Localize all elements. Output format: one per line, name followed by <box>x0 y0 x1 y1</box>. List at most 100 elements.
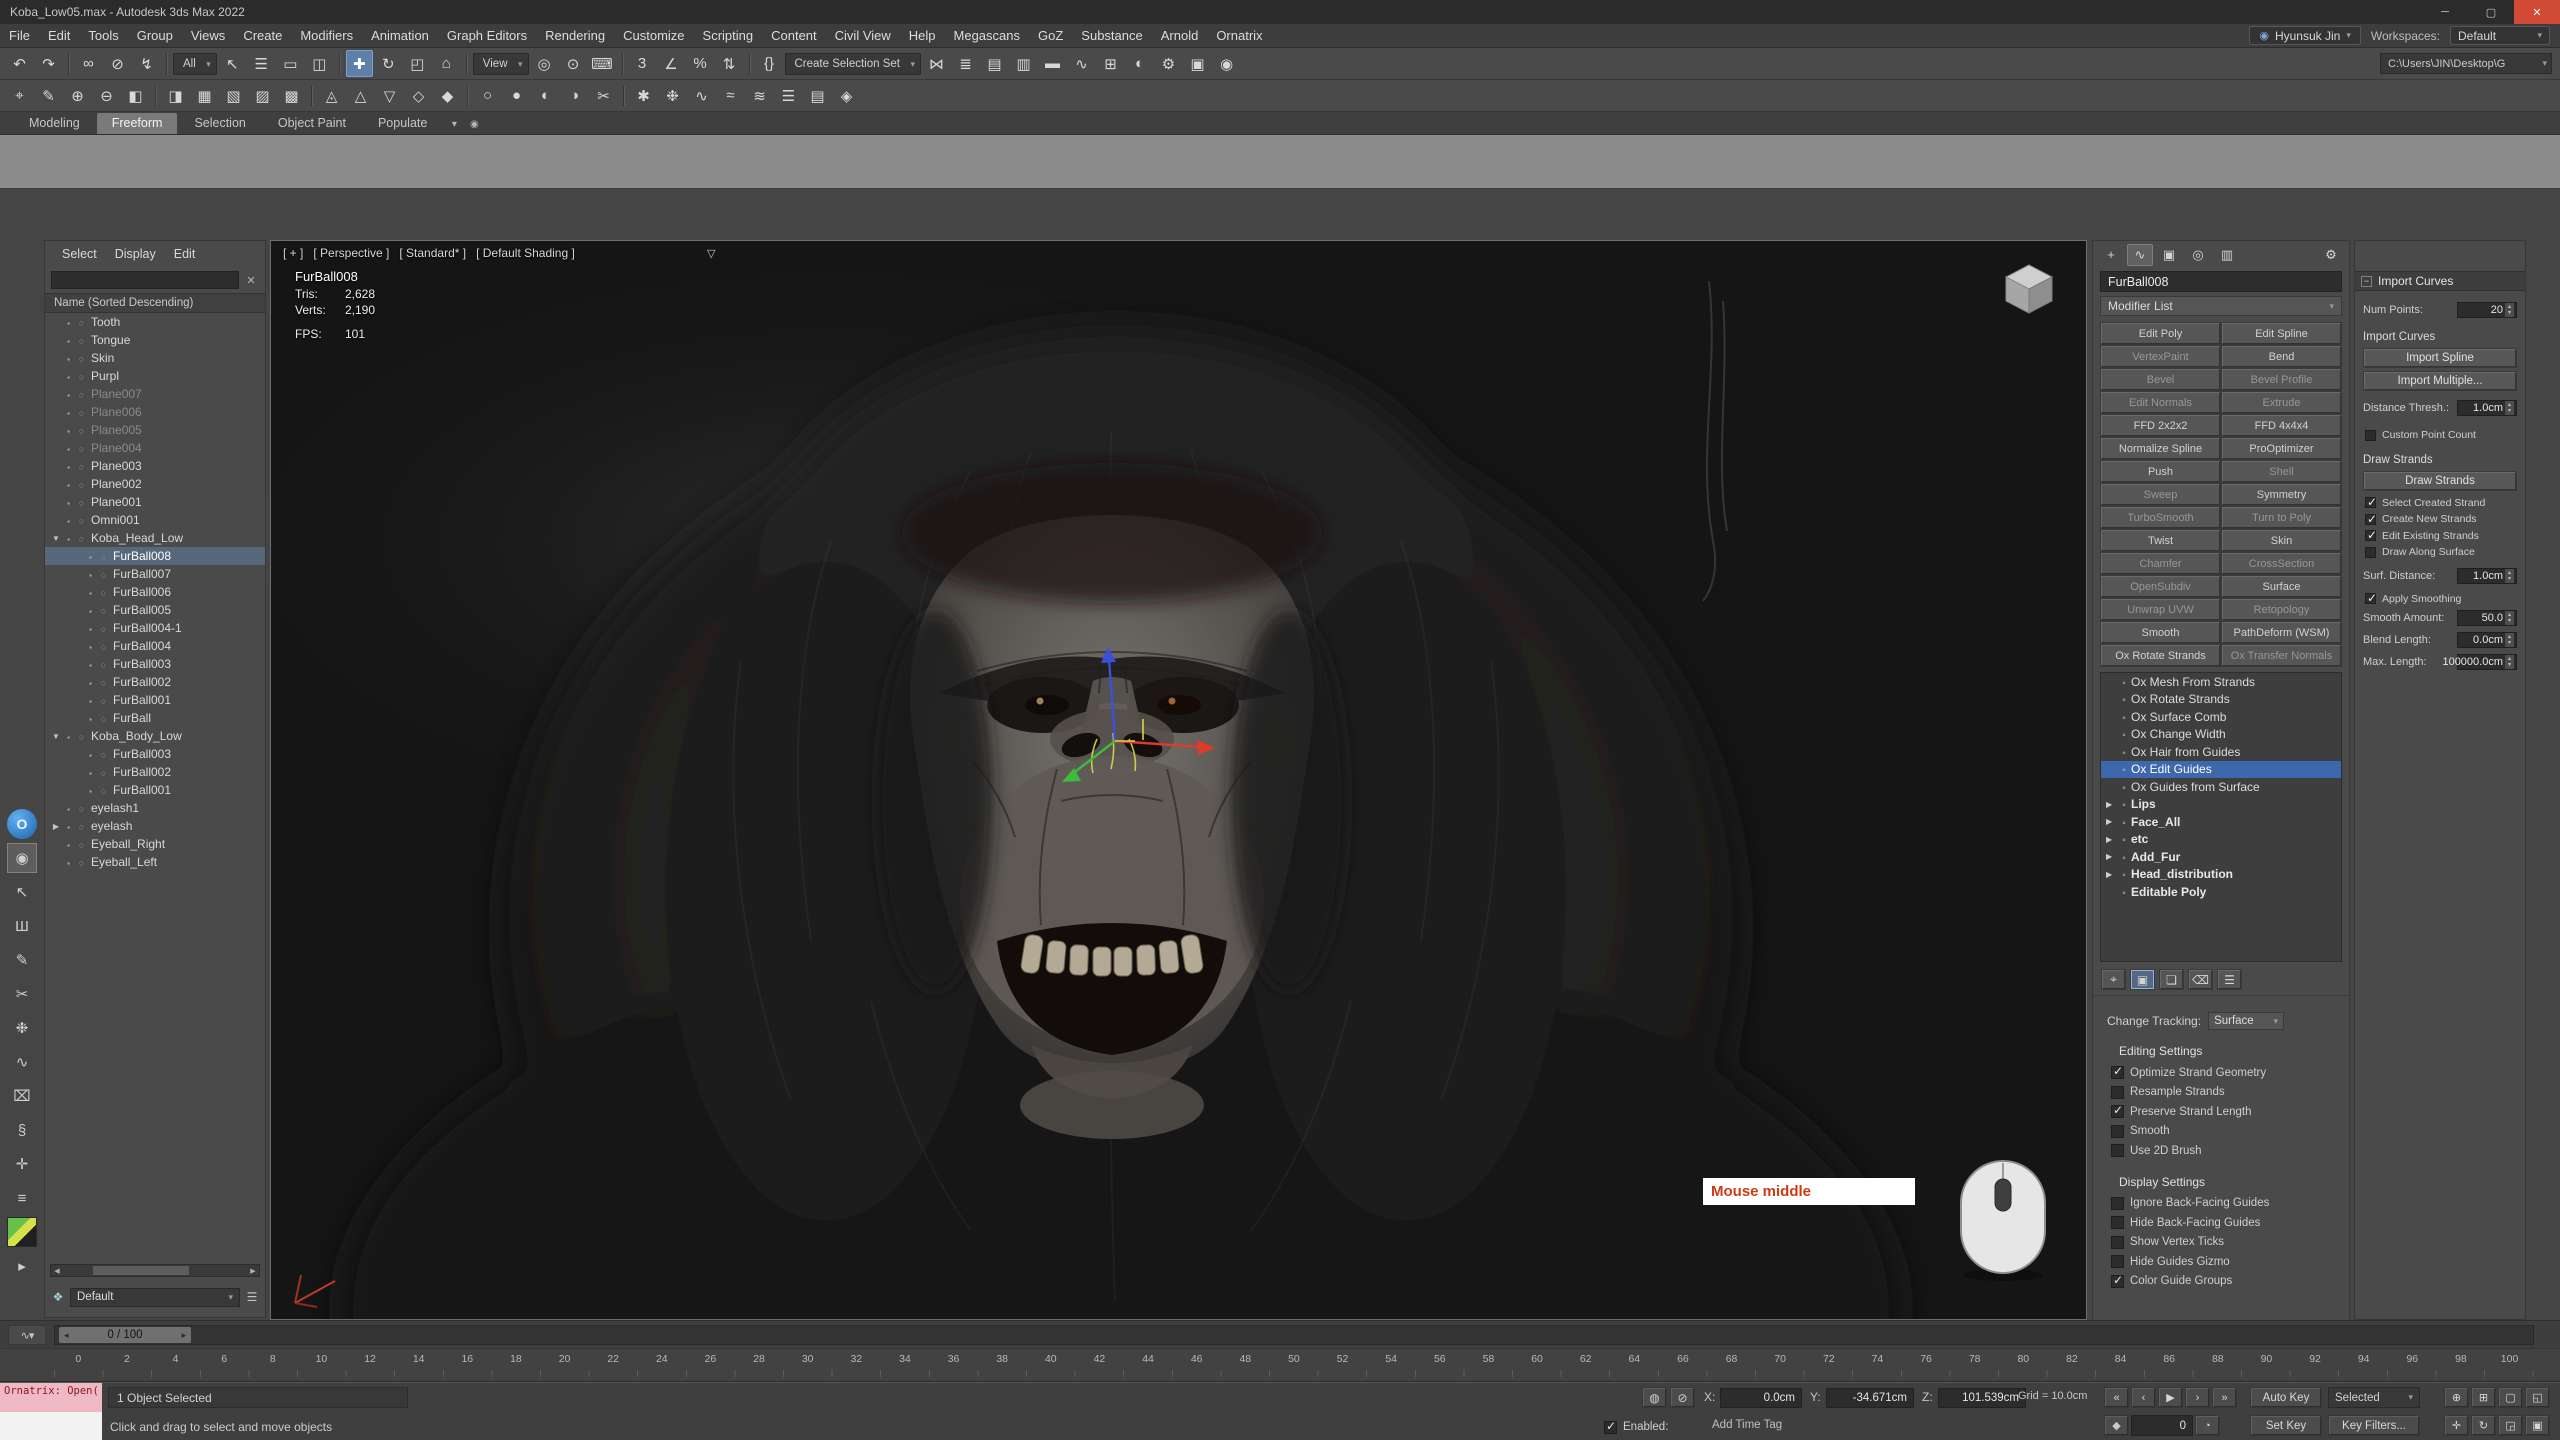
scene-object-row[interactable]: FurBall <box>45 709 265 727</box>
active-layer-dropdown[interactable]: Default <box>70 1288 240 1307</box>
modifier-button[interactable]: Sweep <box>2100 483 2221 506</box>
orbit-button[interactable]: ↻ <box>2471 1415 2496 1436</box>
select-cursor-icon[interactable]: ↖ <box>7 877 37 907</box>
modify-tab[interactable]: ∿ <box>2127 244 2153 266</box>
ribbon-tab[interactable]: Selection <box>179 113 260 134</box>
modifier-button[interactable]: Surface <box>2221 575 2342 598</box>
scene-object-row[interactable]: FurBall005 <box>45 601 265 619</box>
modifier-button[interactable]: Ox Transfer Normals <box>2221 644 2342 667</box>
modifier-stack-row[interactable]: ▶ Head_distribution <box>2101 866 2341 884</box>
menu-item[interactable]: Animation <box>362 24 438 47</box>
previous-frame-arrow-icon[interactable] <box>64 1330 69 1341</box>
visibility-dot-icon[interactable] <box>97 675 110 689</box>
scene-object-row[interactable]: Eyeball_Right <box>45 835 265 853</box>
checkbox-row[interactable]: Optimize Strand Geometry <box>2093 1063 2349 1083</box>
visibility-dot-icon[interactable] <box>97 783 110 797</box>
select-object-icon[interactable]: ↖ <box>219 50 246 77</box>
checkbox-row[interactable]: Draw Along Surface <box>2355 544 2525 561</box>
visibility-dot-icon[interactable] <box>75 351 88 365</box>
per-view-filter-icon[interactable] <box>707 247 715 260</box>
explorer-search-input[interactable] <box>51 271 239 289</box>
tool-icon[interactable]: ∿ <box>688 82 715 109</box>
tool-icon[interactable]: ◆ <box>434 82 461 109</box>
add-time-tag[interactable]: Add Time Tag <box>1712 1419 1782 1431</box>
visibility-dot-icon[interactable] <box>97 693 110 707</box>
visibility-dot-icon[interactable] <box>75 405 88 419</box>
menu-item[interactable]: Scripting <box>694 24 763 47</box>
checkbox-row[interactable]: Resample Strands <box>2093 1083 2349 1103</box>
modifier-stack-row[interactable]: Ox Edit Guides <box>2101 761 2341 779</box>
current-frame-field[interactable]: 0 <box>2131 1415 2193 1436</box>
go-to-end-button[interactable]: » <box>2212 1387 2237 1408</box>
checkbox[interactable] <box>2111 1125 2124 1138</box>
modifier-button[interactable]: Edit Spline <box>2221 322 2342 345</box>
scroll-right-icon[interactable]: ▶ <box>247 1267 259 1275</box>
named-selection-combo[interactable]: Create Selection Set <box>785 53 921 75</box>
tool-icon[interactable]: ▨ <box>249 82 276 109</box>
object-name-field[interactable]: FurBall008 <box>2100 271 2342 292</box>
tool-icon[interactable]: ◨ <box>162 82 189 109</box>
menu-item[interactable]: Tools <box>79 24 127 47</box>
apply-smoothing-checkbox[interactable]: Apply Smoothing <box>2355 591 2525 608</box>
rendered-frame-icon[interactable]: ▣ <box>1184 50 1211 77</box>
modifier-button[interactable]: Bevel <box>2100 368 2221 391</box>
menu-item[interactable]: Ornatrix <box>1207 24 1271 47</box>
modifier-stack-row[interactable]: Ox Guides from Surface <box>2101 778 2341 796</box>
modifier-enable-icon[interactable] <box>2117 867 2131 881</box>
visibility-dot-icon[interactable] <box>75 333 88 347</box>
tool-icon[interactable]: ▧ <box>220 82 247 109</box>
show-end-result-button[interactable]: ▣ <box>2130 969 2155 990</box>
ribbon-tab[interactable]: Freeform <box>97 113 178 134</box>
scene-explorer-toggle-icon[interactable]: ▤ <box>981 50 1008 77</box>
modifier-button[interactable]: Twist <box>2100 529 2221 552</box>
surface-distance-spinner[interactable]: 1.0cm <box>2457 568 2517 584</box>
checkbox[interactable] <box>2111 1197 2124 1210</box>
checkbox-row[interactable]: Ignore Back-Facing Guides <box>2093 1194 2349 1214</box>
spinner-arrows-icon[interactable] <box>2505 633 2514 647</box>
modifier-button[interactable]: Normalize Spline <box>2100 437 2221 460</box>
select-and-scale-icon[interactable]: ◰ <box>404 50 431 77</box>
layer-list-icon[interactable] <box>244 1290 260 1304</box>
modifier-button[interactable]: Smooth <box>2100 621 2221 644</box>
checkbox[interactable] <box>1604 1421 1617 1434</box>
visibility-dot-icon[interactable] <box>75 819 88 833</box>
modifier-stack-row[interactable]: Ox Hair from Guides <box>2101 743 2341 761</box>
scene-object-row[interactable]: ▼ Koba_Body_Low <box>45 727 265 745</box>
select-and-place-icon[interactable]: ⌂ <box>433 50 460 77</box>
visibility-dot-icon[interactable] <box>97 549 110 563</box>
modifier-enable-icon[interactable] <box>2117 692 2131 706</box>
tool-icon[interactable]: △ <box>347 82 374 109</box>
menu-item[interactable]: Customize <box>614 24 693 47</box>
modifier-button[interactable]: FFD 4x4x4 <box>2221 414 2342 437</box>
checkbox-row[interactable]: Hide Back-Facing Guides <box>2093 1213 2349 1233</box>
modifier-button[interactable]: VertexPaint <box>2100 345 2221 368</box>
visibility-dot-icon[interactable] <box>97 711 110 725</box>
checkbox-row[interactable]: Color Guide Groups <box>2093 1272 2349 1292</box>
stack-expander-icon[interactable]: ▶ <box>2106 817 2117 826</box>
modifier-button[interactable]: Bend <box>2221 345 2342 368</box>
tool-icon[interactable]: ● <box>503 82 530 109</box>
selection-lock-icon[interactable] <box>1670 1387 1695 1408</box>
tool-icon[interactable]: ≋ <box>746 82 773 109</box>
create-tab[interactable]: + <box>2098 244 2124 266</box>
menu-item[interactable]: Graph Editors <box>438 24 536 47</box>
tool-icon[interactable]: ⌖ <box>6 82 33 109</box>
y-coord-field[interactable]: -34.671cm <box>1826 1388 1914 1408</box>
checkbox-row[interactable]: Hide Guides Gizmo <box>2093 1252 2349 1272</box>
checkbox-row[interactable]: Create New Strands <box>2355 511 2525 528</box>
modifier-stack-row[interactable]: ▶ Lips <box>2101 796 2341 814</box>
visibility-dot-icon[interactable] <box>97 567 110 581</box>
rollout-header[interactable]: Import Curves <box>2355 271 2525 291</box>
maximize-button[interactable]: ▢ <box>2468 0 2514 24</box>
menu-item[interactable]: Megascans <box>945 24 1029 47</box>
project-folder-dropdown[interactable]: C:\Users\JIN\Desktop\G <box>2380 53 2552 74</box>
visibility-dot-icon[interactable] <box>97 621 110 635</box>
scene-object-row[interactable]: Plane003 <box>45 457 265 475</box>
tool-icon[interactable]: ◈ <box>833 82 860 109</box>
zoom-button[interactable]: ⊕ <box>2444 1387 2469 1408</box>
modifier-list-dropdown[interactable]: Modifier List <box>2100 296 2342 316</box>
modifier-enable-icon[interactable] <box>2117 710 2131 724</box>
checkbox[interactable] <box>2365 497 2376 508</box>
spinner-arrows-icon[interactable] <box>2505 655 2514 669</box>
window-crossing-icon[interactable]: ◫ <box>306 50 333 77</box>
